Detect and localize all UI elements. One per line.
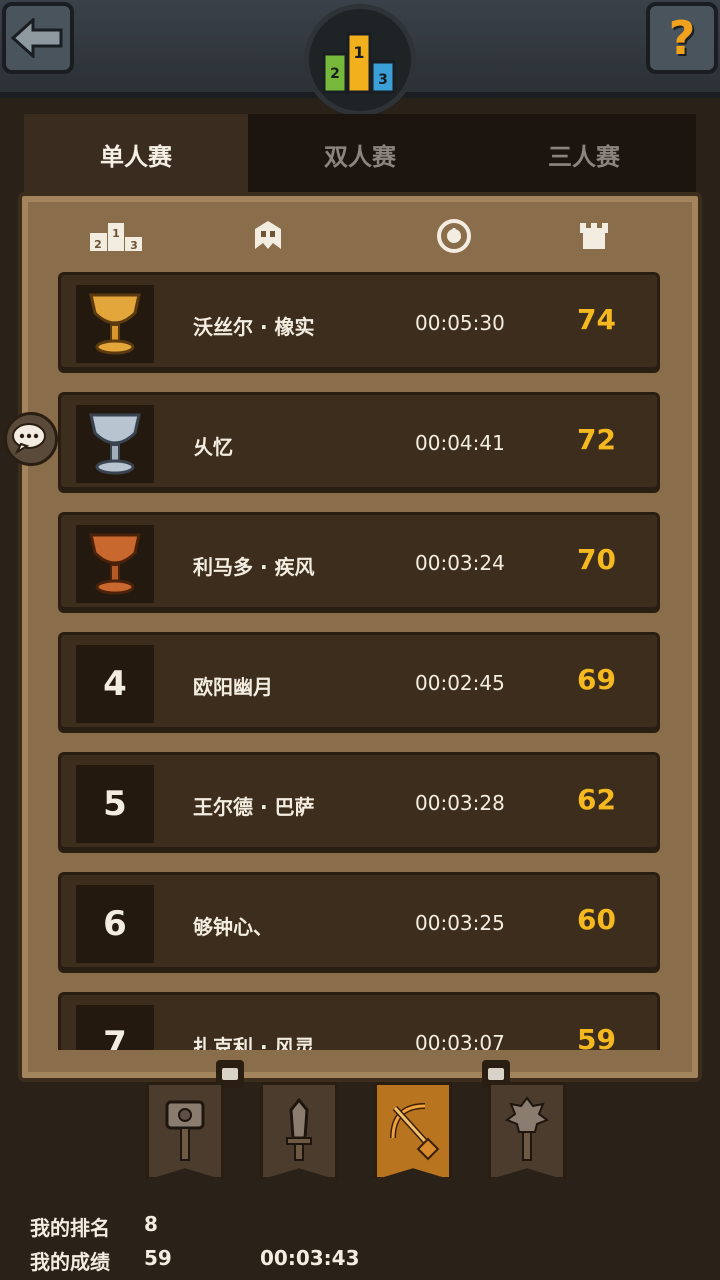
mode-tabs: 单人赛 双人赛 三人赛 bbox=[24, 114, 696, 194]
mace-icon bbox=[504, 1096, 550, 1161]
podium-icon: 2 1 3 bbox=[86, 216, 146, 256]
weapon-tab-sword[interactable] bbox=[260, 1082, 338, 1180]
player-score: 72 bbox=[577, 423, 616, 456]
rank-number: 4 bbox=[76, 645, 154, 723]
tab-duo[interactable]: 双人赛 bbox=[248, 114, 472, 194]
player-name: 沃丝尔 · 橡实 bbox=[193, 315, 315, 339]
tab-solo-label: 单人赛 bbox=[100, 142, 172, 171]
my-score-label: 我的成绩 bbox=[30, 1250, 110, 1274]
back-arrow-icon bbox=[11, 18, 63, 58]
clock-icon bbox=[424, 216, 484, 256]
player-time: 00:03:07 bbox=[415, 1031, 505, 1050]
leaderboard-badge: 2 1 3 bbox=[304, 4, 416, 116]
leaderboard-list[interactable]: 沃丝尔 · 橡实 00:05:30 74 乆忆 00:04:41 72 利马多 … bbox=[58, 272, 662, 1050]
table-row[interactable]: 乆忆 00:04:41 72 bbox=[58, 392, 660, 490]
table-row[interactable]: 5 王尔德 · 巴萨 00:03:28 62 bbox=[58, 752, 660, 850]
rank-number: 7 bbox=[76, 1005, 154, 1050]
tab-solo[interactable]: 单人赛 bbox=[24, 114, 248, 194]
player-score: 70 bbox=[577, 543, 616, 576]
sword-icon bbox=[286, 1097, 312, 1161]
player-score: 69 bbox=[577, 663, 616, 696]
table-row[interactable]: 4 欧阳幽月 00:02:45 69 bbox=[58, 632, 660, 730]
column-headers: 2 1 3 bbox=[40, 210, 680, 262]
chat-button[interactable] bbox=[4, 412, 58, 466]
tab-trio-label: 三人赛 bbox=[548, 142, 620, 171]
svg-text:2: 2 bbox=[330, 66, 340, 82]
tab-trio[interactable]: 三人赛 bbox=[472, 114, 696, 194]
table-row[interactable]: 6 够钟心、 00:03:25 60 bbox=[58, 872, 660, 970]
player-name: 王尔德 · 巴萨 bbox=[193, 795, 315, 819]
svg-text:3: 3 bbox=[130, 239, 138, 252]
svg-text:2: 2 bbox=[94, 238, 102, 251]
weapon-tab-hammer[interactable] bbox=[146, 1082, 224, 1180]
player-name: 扎克利 · 风灵 bbox=[193, 1035, 315, 1050]
table-row[interactable]: 利马多 · 疾风 00:03:24 70 bbox=[58, 512, 660, 610]
crossbow-icon bbox=[390, 1103, 440, 1161]
my-score-value: 59 bbox=[144, 1246, 172, 1270]
weapon-tab-mace[interactable] bbox=[488, 1082, 566, 1180]
svg-text:3: 3 bbox=[378, 72, 388, 88]
help-label: ? bbox=[668, 11, 696, 65]
rank-number: 6 bbox=[76, 885, 154, 963]
player-name: 乆忆 bbox=[193, 435, 233, 459]
player-name: 利马多 · 疾风 bbox=[193, 555, 315, 579]
bronze-cup-icon bbox=[76, 525, 154, 603]
player-name: 够钟心、 bbox=[193, 915, 273, 939]
tower-icon bbox=[564, 216, 624, 256]
chat-icon bbox=[12, 423, 46, 455]
player-score: 60 bbox=[577, 903, 616, 936]
player-time: 00:03:28 bbox=[415, 791, 505, 815]
tab-duo-label: 双人赛 bbox=[324, 142, 396, 171]
player-time: 00:04:41 bbox=[415, 431, 505, 455]
gold-cup-icon bbox=[76, 285, 154, 363]
my-rank-value: 8 bbox=[144, 1212, 158, 1236]
player-score: 74 bbox=[577, 303, 616, 336]
player-time: 00:03:25 bbox=[415, 911, 505, 935]
rank-number: 5 bbox=[76, 765, 154, 843]
player-name: 欧阳幽月 bbox=[193, 675, 273, 699]
weapon-tab-crossbow[interactable] bbox=[374, 1082, 452, 1180]
back-button[interactable] bbox=[2, 2, 74, 74]
my-rank-label: 我的排名 bbox=[30, 1216, 110, 1240]
svg-text:1: 1 bbox=[353, 43, 364, 62]
helmet-icon bbox=[238, 216, 298, 256]
player-score: 62 bbox=[577, 783, 616, 816]
help-button[interactable]: ? bbox=[646, 2, 718, 74]
my-time-value: 00:03:43 bbox=[260, 1246, 360, 1270]
player-time: 00:02:45 bbox=[415, 671, 505, 695]
podium-icon: 2 1 3 bbox=[322, 32, 396, 94]
hammer-icon bbox=[165, 1100, 205, 1161]
table-row[interactable]: 7 扎克利 · 风灵 00:03:07 59 bbox=[58, 992, 660, 1050]
silver-cup-icon bbox=[76, 405, 154, 483]
table-row[interactable]: 沃丝尔 · 橡实 00:05:30 74 bbox=[58, 272, 660, 370]
player-time: 00:03:24 bbox=[415, 551, 505, 575]
player-time: 00:05:30 bbox=[415, 311, 505, 335]
player-score: 59 bbox=[577, 1023, 616, 1050]
svg-text:1: 1 bbox=[112, 227, 120, 240]
